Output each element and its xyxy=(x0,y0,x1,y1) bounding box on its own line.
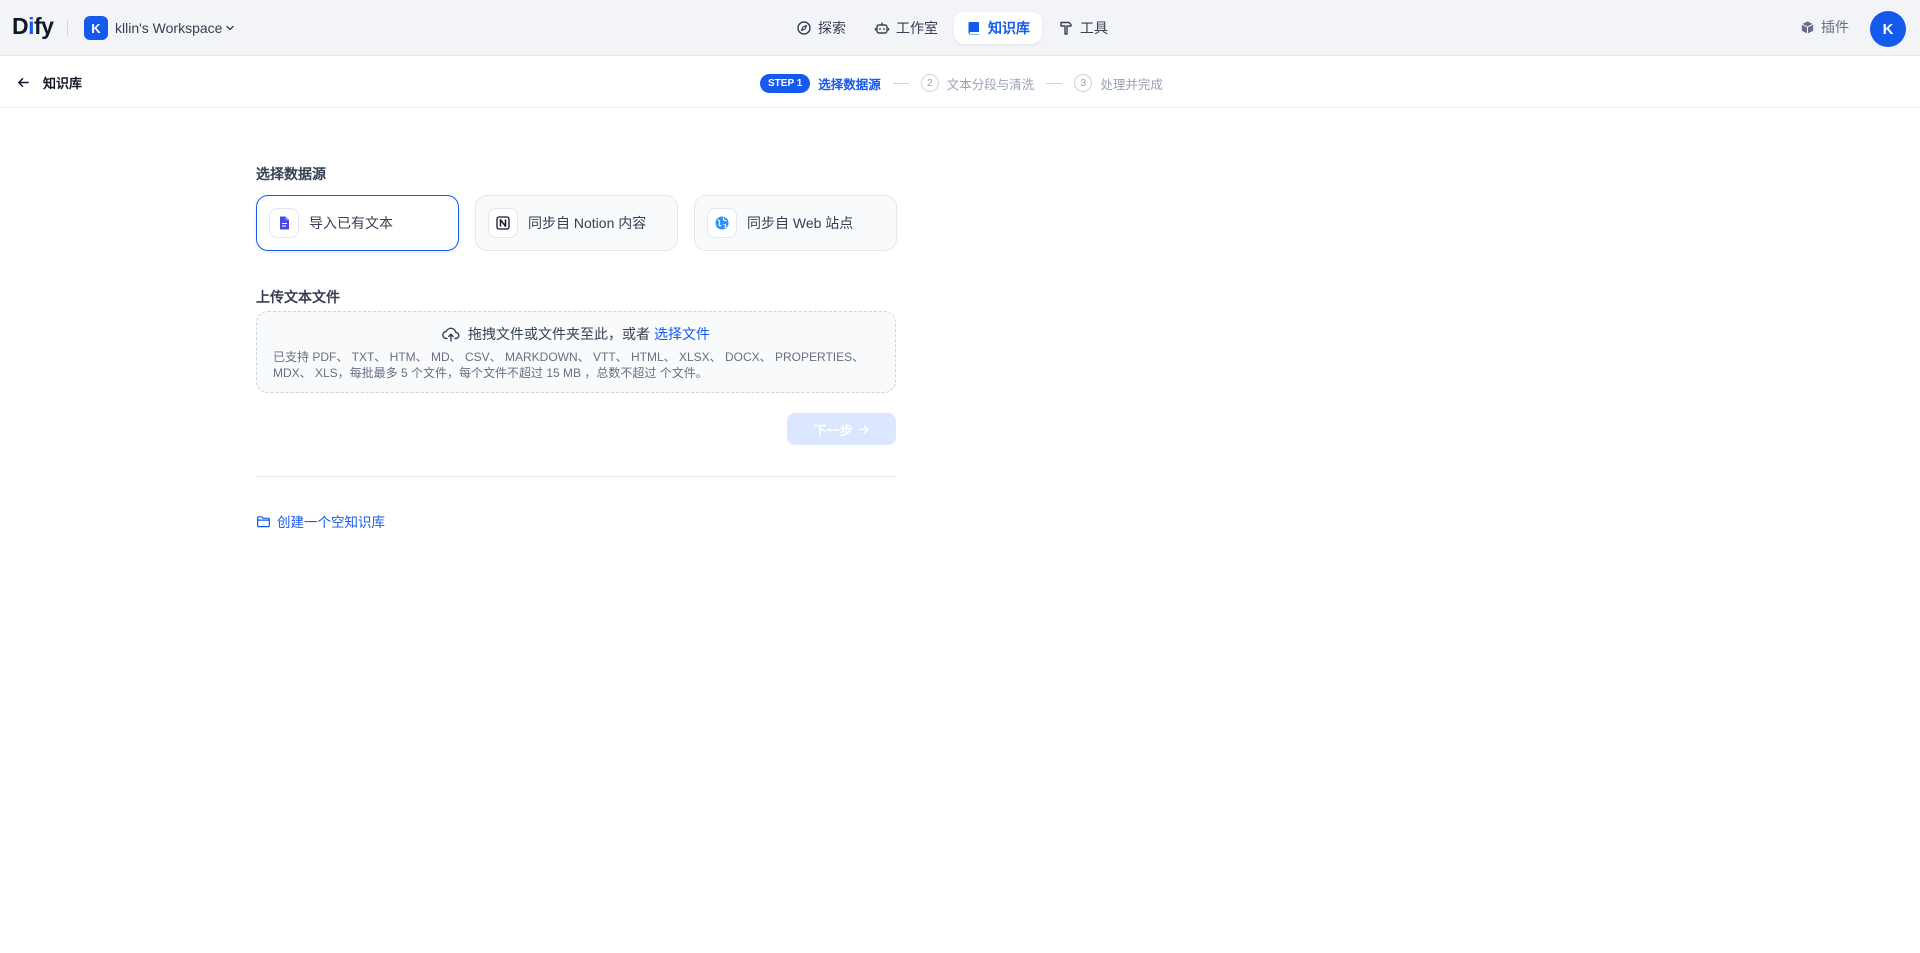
file-dropzone[interactable]: 拖拽文件或文件夹至此，或者 选择文件 已支持 PDF、 TXT、 HTM、 MD… xyxy=(256,311,896,393)
main-nav: 探索 工作室 知识库 工具 xyxy=(784,12,1124,44)
folder-icon xyxy=(257,515,270,527)
file-text-icon xyxy=(280,216,289,230)
step3-label: 处理并完成 xyxy=(1100,77,1163,92)
nav-explore-label: 探索 xyxy=(818,20,846,36)
back-to-datasets[interactable]: 知识库 xyxy=(16,72,82,92)
logo-letter-d: D xyxy=(12,13,29,39)
hammer-icon xyxy=(1060,21,1072,35)
create-empty-dataset-link[interactable]: 创建一个空知识库 xyxy=(256,511,385,531)
nav-datasets-label: 知识库 xyxy=(988,20,1030,36)
step2-label: 文本分段与清洗 xyxy=(946,77,1035,92)
user-avatar[interactable]: K xyxy=(1870,11,1906,47)
step1-badge: STEP 1 xyxy=(760,73,811,93)
step2-number: 2 xyxy=(920,74,939,92)
source-import-text[interactable]: 导入已有文本 xyxy=(256,195,459,251)
nav-studio-label: 工作室 xyxy=(896,20,938,36)
compass-icon xyxy=(797,21,811,35)
step1-label: 选择数据源 xyxy=(818,77,881,92)
plugins-button[interactable]: 插件 xyxy=(1800,17,1849,37)
globe-icon xyxy=(715,216,729,230)
back-label: 知识库 xyxy=(43,75,83,91)
source-website[interactable]: 同步自 Web 站点 xyxy=(694,195,897,251)
arrow-right-icon xyxy=(858,425,868,433)
next-step-button[interactable]: 下一步 xyxy=(787,413,896,445)
book-icon xyxy=(968,22,979,35)
step3-number: 3 xyxy=(1074,74,1093,92)
robot-icon xyxy=(874,22,890,34)
sub-header: 知识库 STEP 1 选择数据源 2 文本分段与清洗 3 处理并完成 xyxy=(0,56,1920,108)
step-divider xyxy=(1046,82,1063,84)
upload-cloud-icon xyxy=(442,327,460,342)
dropzone-prompt-row: 拖拽文件或文件夹至此，或者 选择文件 xyxy=(257,324,895,344)
plugins-label: 插件 xyxy=(1821,19,1849,35)
step-indicator: STEP 1 选择数据源 2 文本分段与清洗 3 处理并完成 xyxy=(760,73,1163,93)
next-step-label: 下一步 xyxy=(813,422,853,438)
workspace-switcher[interactable]: K kllin's Workspace xyxy=(84,16,235,40)
datasource-options: 导入已有文本 同步自 Notion 内容 同步自 Web 站点 xyxy=(256,195,913,251)
supported-formats-tip: 已支持 PDF、 TXT、 HTM、 MD、 CSV、 MARKDOWN、 VT… xyxy=(273,350,865,380)
datasource-title: 选择数据源 xyxy=(256,166,326,182)
upload-title: 上传文本文件 xyxy=(256,289,340,305)
source-import-text-label: 导入已有文本 xyxy=(309,215,393,231)
cube-icon xyxy=(1801,20,1814,34)
logo-separator xyxy=(67,20,68,36)
nav-tools[interactable]: 工具 xyxy=(1046,12,1120,44)
create-empty-label: 创建一个空知识库 xyxy=(277,515,385,530)
nav-studio[interactable]: 工作室 xyxy=(862,12,950,44)
source-website-label: 同步自 Web 站点 xyxy=(747,215,854,231)
notion-icon xyxy=(496,216,510,230)
chevron-down-icon xyxy=(226,25,235,31)
dropzone-prompt: 拖拽文件或文件夹至此，或者 xyxy=(468,326,650,342)
src-icon-box xyxy=(488,208,518,238)
top-header: Dify K kllin's Workspace 探索 工作室 知识库 工具 插… xyxy=(0,0,1920,56)
step-divider xyxy=(892,82,909,84)
nav-explore[interactable]: 探索 xyxy=(784,12,858,44)
section-divider xyxy=(256,476,896,477)
select-file-link[interactable]: 选择文件 xyxy=(654,324,710,344)
src-icon-box xyxy=(269,208,299,238)
source-notion[interactable]: 同步自 Notion 内容 xyxy=(475,195,678,251)
dify-logo[interactable]: Dify xyxy=(12,13,54,40)
src-icon-box xyxy=(707,208,737,238)
nav-tools-label: 工具 xyxy=(1080,20,1108,36)
workspace-name: kllin's Workspace xyxy=(115,20,223,36)
source-notion-label: 同步自 Notion 内容 xyxy=(528,215,647,231)
workspace-avatar: K xyxy=(84,16,108,40)
nav-datasets[interactable]: 知识库 xyxy=(954,12,1042,44)
logo-letters-fy: fy xyxy=(34,13,54,39)
arrow-left-icon xyxy=(18,77,29,87)
